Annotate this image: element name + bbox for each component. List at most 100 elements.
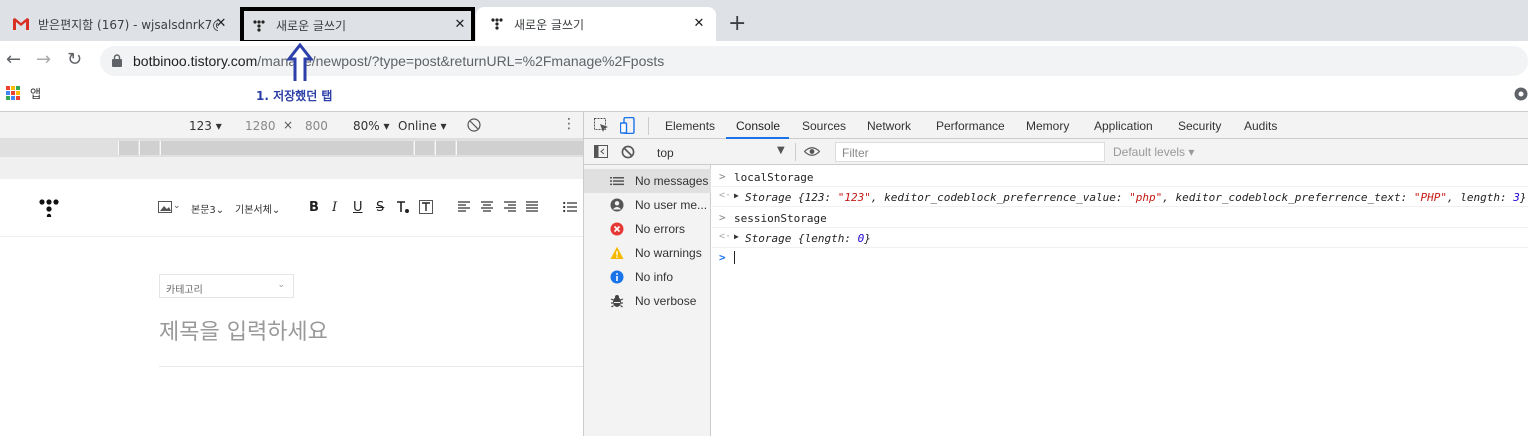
tistory-logo-icon[interactable] — [38, 199, 60, 217]
gmail-icon — [12, 16, 30, 32]
new-tab-button[interactable]: + — [728, 12, 746, 36]
sidebar-item-label: No warnings — [635, 246, 702, 260]
sidebar-item-verbose[interactable]: No verbose — [584, 289, 711, 313]
close-tab-icon[interactable]: ✕ — [214, 17, 228, 31]
chrome-icon[interactable] — [1514, 87, 1528, 101]
console-result-line[interactable]: <· ▶ Storage {123: "123", keditor_codebl… — [712, 187, 1528, 207]
url-host: botbinoo.tistory.com — [133, 53, 258, 69]
prompt-chevron-icon: > — [719, 211, 726, 224]
expand-triangle-icon[interactable]: ▶ — [734, 232, 739, 241]
ruler-segment[interactable] — [456, 141, 583, 155]
apps-icon[interactable] — [6, 86, 20, 100]
tistory-icon — [488, 16, 506, 32]
console-input-line[interactable]: > sessionStorage — [712, 208, 1528, 228]
align-left-icon[interactable] — [458, 201, 470, 213]
console-filter-input[interactable]: Filter — [835, 142, 1105, 162]
close-tab-icon[interactable]: ✕ — [453, 18, 467, 32]
title-input[interactable]: 제목을 입력하세요 — [159, 314, 328, 346]
tab-elements[interactable]: Elements — [665, 119, 715, 133]
text-color-icon[interactable] — [396, 200, 410, 214]
tab-security[interactable]: Security — [1178, 119, 1221, 133]
tab-saved-post[interactable]: 새로운 글쓰기 ✕ — [240, 7, 475, 44]
ruler-segment[interactable] — [139, 141, 159, 155]
tab-gmail[interactable]: 받은편지함 (167) - wjsalsdnrk7@ ✕ — [0, 7, 238, 41]
sidebar-item-info[interactable]: No info — [584, 265, 711, 289]
font-family-select[interactable]: 기본서체⌄ — [235, 201, 280, 216]
tab-console[interactable]: Console — [736, 119, 780, 133]
apps-label[interactable]: 앱 — [30, 85, 41, 102]
bulleted-list-icon[interactable] — [563, 201, 577, 213]
expand-triangle-icon[interactable]: ▶ — [734, 191, 739, 200]
tab-active-post[interactable]: 새로운 글쓰기 ✕ — [476, 7, 716, 41]
tab-application[interactable]: Application — [1094, 119, 1153, 133]
height-input[interactable]: 800 — [305, 119, 328, 133]
align-center-icon[interactable] — [481, 201, 493, 213]
console-prompt-line[interactable]: > — [712, 248, 1528, 268]
sidebar-item-user-messages[interactable]: No user me... — [584, 193, 711, 217]
back-arrow-icon[interactable]: ← — [6, 50, 21, 70]
console-toolbar: top ▼ Filter Default levels ▾ — [584, 139, 1528, 165]
underline-button[interactable]: U — [353, 200, 363, 215]
rotate-icon[interactable] — [467, 118, 481, 132]
console-command: sessionStorage — [734, 212, 827, 225]
font-family-value: 기본서체 — [235, 205, 272, 216]
text-background-icon[interactable] — [419, 200, 433, 214]
image-icon[interactable] — [158, 201, 172, 213]
divider — [795, 143, 796, 161]
tab-network[interactable]: Network — [867, 119, 911, 133]
paragraph-style-value: 본문3 — [191, 205, 216, 216]
console-result-line[interactable]: <· ▶ Storage {length: 0} — [712, 228, 1528, 248]
prompt-chevron-icon: > — [719, 251, 726, 264]
tab-memory[interactable]: Memory — [1026, 119, 1069, 133]
ruler-segment[interactable] — [435, 141, 455, 155]
reload-icon[interactable]: ↻ — [67, 50, 82, 70]
annotation-label: 1. 저장했던 탭 — [256, 89, 333, 103]
ruler-segment[interactable] — [160, 141, 413, 155]
context-select[interactable]: top ▼ — [651, 142, 789, 162]
sidebar-toggle-icon[interactable] — [594, 145, 608, 158]
clear-console-icon[interactable] — [621, 145, 635, 159]
title-divider — [159, 366, 583, 367]
divider — [648, 117, 649, 135]
bold-button[interactable]: B — [309, 200, 319, 215]
ruler-segment[interactable] — [414, 141, 434, 155]
text-cursor — [734, 251, 735, 264]
log-levels-select[interactable]: Default levels ▾ — [1113, 145, 1194, 159]
forward-arrow-icon[interactable]: → — [36, 50, 51, 70]
italic-button[interactable]: I — [332, 200, 337, 215]
eye-icon[interactable] — [804, 146, 820, 157]
devtools-panel: Elements Console Sources Network Perform… — [583, 111, 1528, 436]
browser-toolbar: ← → ↻ botbinoo.tistory.com/manage/newpos… — [0, 41, 1528, 81]
sidebar-item-errors[interactable]: No errors — [584, 217, 711, 241]
sidebar-item-warnings[interactable]: No warnings — [584, 241, 711, 265]
network-select[interactable]: Online ▾ — [398, 119, 447, 133]
sidebar-item-messages[interactable]: No messages — [584, 169, 711, 193]
align-right-icon[interactable] — [504, 201, 516, 213]
tab-sources[interactable]: Sources — [802, 119, 846, 133]
address-bar[interactable]: botbinoo.tistory.com/manage/newpost/?typ… — [100, 46, 1528, 76]
tab-title: 받은편지함 (167) - wjsalsdnrk7@ — [38, 17, 218, 32]
zoom-select[interactable]: 80% ▾ — [353, 119, 390, 133]
more-options-icon[interactable]: ⋮ — [562, 116, 576, 132]
console-sidebar: No messages No user me... No errors No w… — [584, 165, 711, 436]
inspect-element-icon[interactable] — [594, 118, 609, 133]
align-justify-icon[interactable] — [526, 201, 538, 213]
prompt-chevron-icon: > — [719, 170, 726, 183]
levels-value: Default levels — [1113, 145, 1186, 159]
ruler-segment[interactable] — [118, 141, 138, 155]
media-query-ruler — [0, 139, 583, 157]
strikethrough-button[interactable]: S — [376, 200, 384, 215]
tab-performance[interactable]: Performance — [936, 119, 1005, 133]
console-output[interactable]: > localStorage <· ▶ Storage {123: "123",… — [712, 165, 1528, 436]
category-select[interactable]: 카테고리 ⌄ — [159, 274, 294, 298]
console-input-line[interactable]: > localStorage — [712, 167, 1528, 187]
width-input[interactable]: 1280 — [245, 119, 276, 133]
device-select[interactable]: 123 ▾ — [189, 119, 222, 133]
device-toggle-icon[interactable] — [620, 117, 635, 134]
paragraph-style-select[interactable]: 본문3⌄ — [191, 201, 224, 216]
tistory-icon — [250, 18, 268, 34]
tab-audits[interactable]: Audits — [1244, 119, 1277, 133]
user-icon — [610, 198, 624, 212]
url-text: botbinoo.tistory.com/manage/newpost/?typ… — [133, 53, 664, 69]
close-tab-icon[interactable]: ✕ — [692, 17, 706, 31]
